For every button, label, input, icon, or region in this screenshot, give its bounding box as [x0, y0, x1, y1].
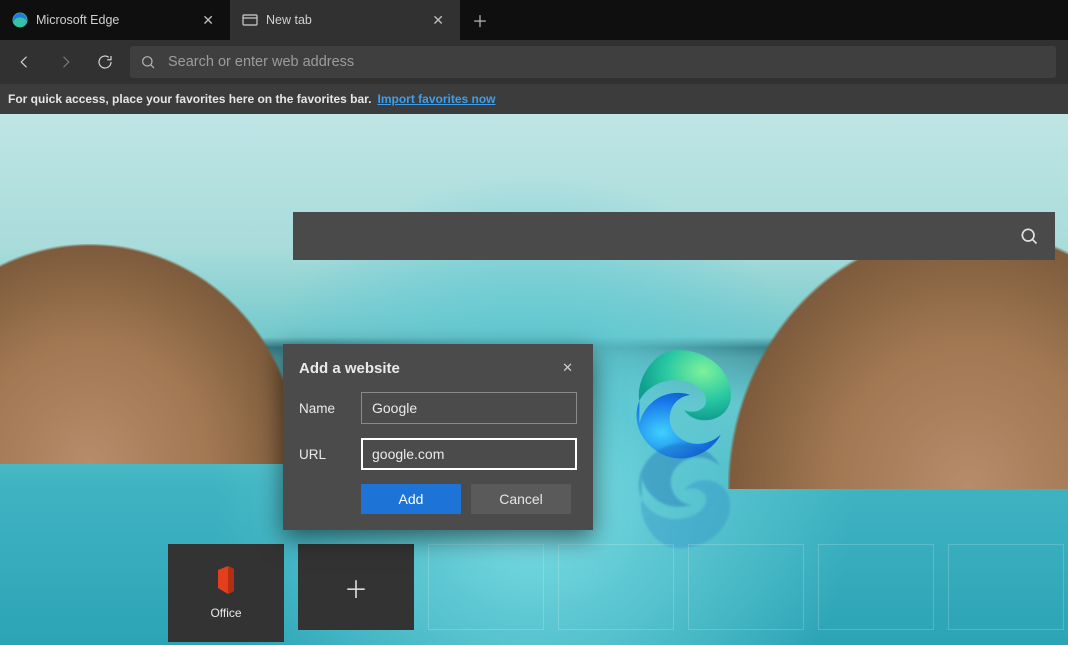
add-button[interactable]: Add [361, 484, 461, 514]
dialog-title: Add a website [299, 360, 400, 377]
tile-placeholder[interactable] [818, 544, 934, 630]
url-input[interactable] [361, 438, 577, 470]
favorites-hint: For quick access, place your favorites h… [8, 92, 371, 106]
close-icon[interactable]: ✕ [198, 10, 218, 31]
name-label: Name [299, 401, 361, 416]
search-icon [1019, 226, 1039, 246]
tile-label: Office [210, 606, 241, 620]
toolbar [0, 40, 1068, 84]
new-tab-button[interactable]: ＋ [460, 0, 500, 40]
background-hill [728, 229, 1068, 489]
cancel-button[interactable]: Cancel [471, 484, 571, 514]
forward-button[interactable] [46, 44, 84, 80]
tile-placeholder[interactable] [428, 544, 544, 630]
tab-edge[interactable]: Microsoft Edge ✕ [0, 0, 230, 40]
background-hill [0, 244, 300, 464]
edge-logo-reflection [618, 474, 736, 554]
address-bar[interactable] [130, 46, 1056, 78]
tile-placeholder[interactable] [688, 544, 804, 630]
tile-placeholder[interactable] [948, 544, 1064, 630]
search-icon [140, 54, 156, 70]
favorites-bar: For quick access, place your favorites h… [0, 84, 1068, 114]
name-input[interactable] [361, 392, 577, 424]
url-label: URL [299, 447, 361, 462]
back-button[interactable] [6, 44, 44, 80]
ntp-search-box[interactable] [293, 212, 1055, 260]
close-icon[interactable]: ✕ [558, 358, 577, 378]
office-icon [214, 566, 238, 594]
tile-add[interactable]: ＋ [298, 544, 414, 630]
tab-strip: Microsoft Edge ✕ New tab ✕ ＋ [0, 0, 1068, 40]
import-favorites-link[interactable]: Import favorites now [377, 92, 495, 106]
edge-icon [12, 12, 28, 28]
quick-links: Office ＋ [168, 544, 1064, 642]
add-website-dialog: Add a website ✕ Name URL Add Cancel [283, 344, 593, 530]
tile-office[interactable]: Office [168, 544, 284, 642]
tile-placeholder[interactable] [558, 544, 674, 630]
tab-title: Microsoft Edge [36, 13, 119, 27]
plus-icon: ＋ [344, 570, 368, 605]
newtab-icon [242, 12, 258, 28]
address-input[interactable] [168, 54, 1046, 70]
tab-newtab[interactable]: New tab ✕ [230, 0, 460, 40]
refresh-button[interactable] [86, 44, 124, 80]
tab-title: New tab [266, 13, 312, 27]
new-tab-page: Office ＋ Add a website ✕ Name URL Add Ca… [0, 114, 1068, 645]
close-icon[interactable]: ✕ [428, 10, 448, 31]
